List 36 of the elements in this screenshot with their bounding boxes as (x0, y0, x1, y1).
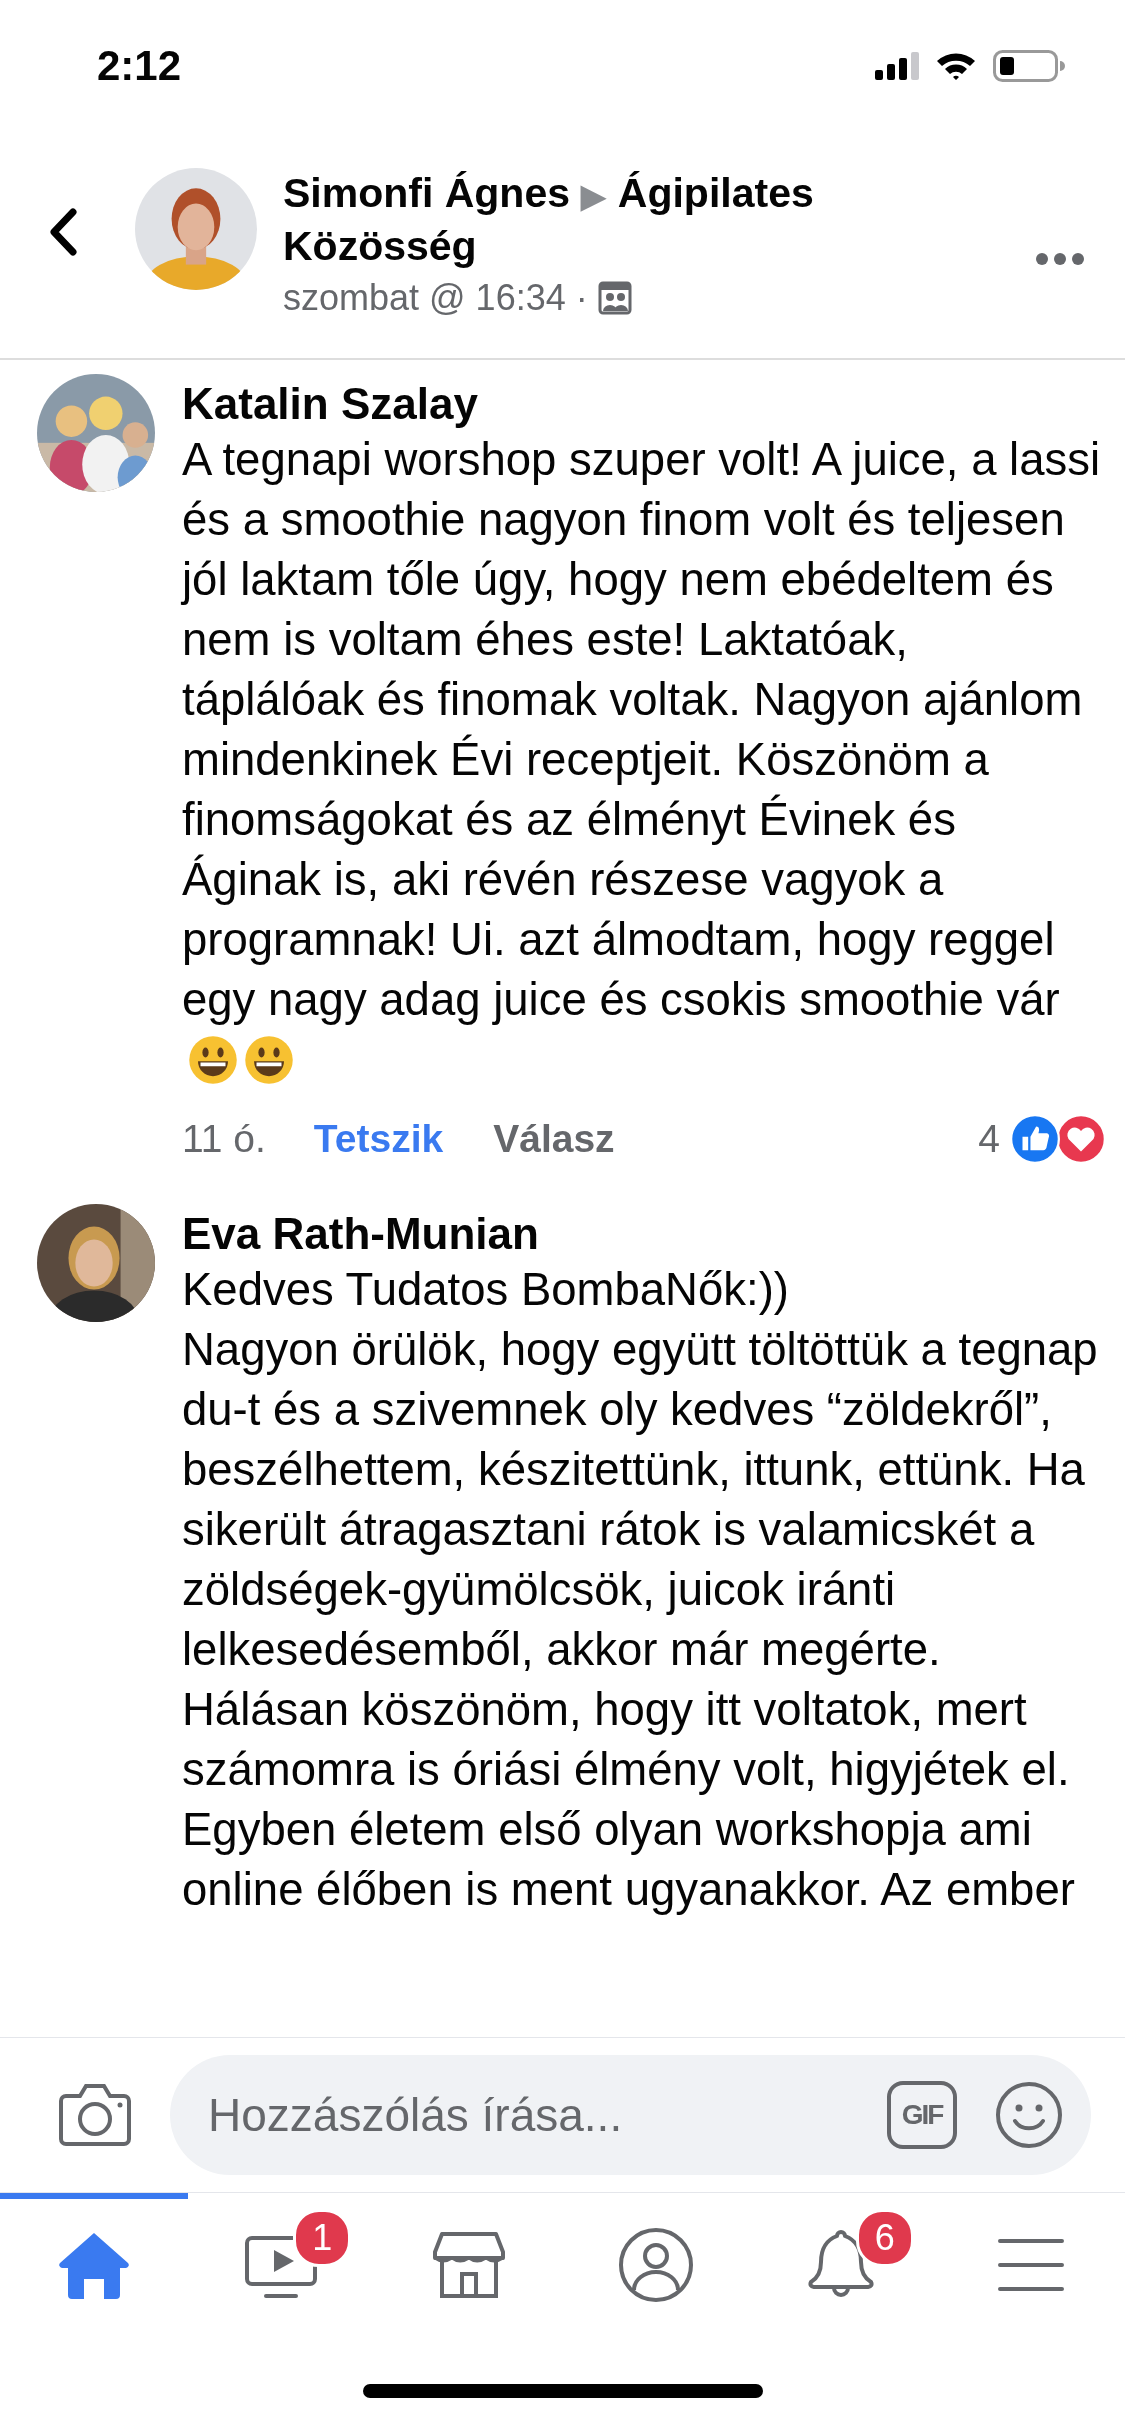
back-button[interactable] (48, 208, 78, 256)
grinning-face-icon (244, 1035, 294, 1085)
camera-button[interactable] (58, 2082, 132, 2148)
more-icon (1035, 252, 1085, 266)
comment-text: Nagyon örülök, hogy együtt töltöttük a tegnap du-t és a szivemnek oly kedves “zöldekről”, beszélhettem, készitettünk, ittunk, ettünk. Ha sikerült átragasztani rátok is valamicskét a zöldségek-gyümölcsök, juicok iránti lelkesedésemből, akkor már megérte. (182, 1324, 1098, 1675)
comment-field[interactable]: Hozzászólás írása... GIF (170, 2055, 1091, 2175)
comment-author[interactable]: Katalin Szalay (182, 378, 1102, 430)
smiley-icon[interactable] (995, 2081, 1063, 2149)
comment-time: 11 ó. (182, 1117, 266, 1161)
store-icon (431, 2230, 506, 2300)
post-title: Simonfi Ágnes ▶ Ágipilates Közösség (283, 169, 815, 271)
comment-author[interactable]: Eva Rath-Munian (182, 1208, 1102, 1260)
video-tab[interactable]: 1 (187, 2193, 375, 2331)
like-button[interactable]: Tetszik (313, 1117, 444, 1161)
more-button[interactable] (1035, 252, 1085, 266)
camera-icon (58, 2082, 132, 2148)
back-icon (48, 208, 78, 256)
status-time: 2:12 (97, 42, 182, 90)
comment-text: Hálásan köszönöm, hogy itt voltatok, mert számomra is óriási élmény volt, higyjétek el. Egyben életem első olyan workshopja ami online élőben is ment ugyanakkor. Az ember (182, 1684, 1075, 1915)
profile-icon (618, 2227, 695, 2303)
comment-text: Kedves Tudatos BombaNők:)) (182, 1264, 789, 1315)
signal-icon (875, 52, 919, 80)
group-icon (597, 281, 632, 315)
gif-button[interactable]: GIF (887, 2081, 957, 2149)
post-timestamp: szombat @ 16:34 · (283, 277, 588, 319)
wifi-icon (935, 51, 977, 81)
home-icon (56, 2230, 131, 2300)
notification-badge: 6 (855, 2209, 914, 2267)
notifications-tab[interactable]: 6 (750, 2193, 938, 2331)
comment-text: A tegnapi worshop szuper volt! A juice, a lassi és a smoothie nagyon finom volt és teljesen jól laktam tőle úgy, hogy nem ebédeltem és nem is voltam éhes este! Laktatóak, táplálóak és finomak voltak. Nagyon ajánlom mindenkinek Évi receptjeit. Köszönöm a finomságokat és az élményt Évinek és Áginak is, aki révén részese vagyok a programnak! Ui. azt álmodtam, hogy reggel egy nagy adag juice és csokis smoothie vár (182, 434, 1101, 1025)
reaction-count: 4 (978, 1117, 1000, 1161)
reply-button[interactable]: Válasz (493, 1117, 615, 1161)
battery-icon (993, 50, 1065, 82)
thumbs-up-icon (1010, 1114, 1060, 1164)
grinning-face-icon (188, 1035, 238, 1085)
menu-icon (998, 2238, 1065, 2292)
